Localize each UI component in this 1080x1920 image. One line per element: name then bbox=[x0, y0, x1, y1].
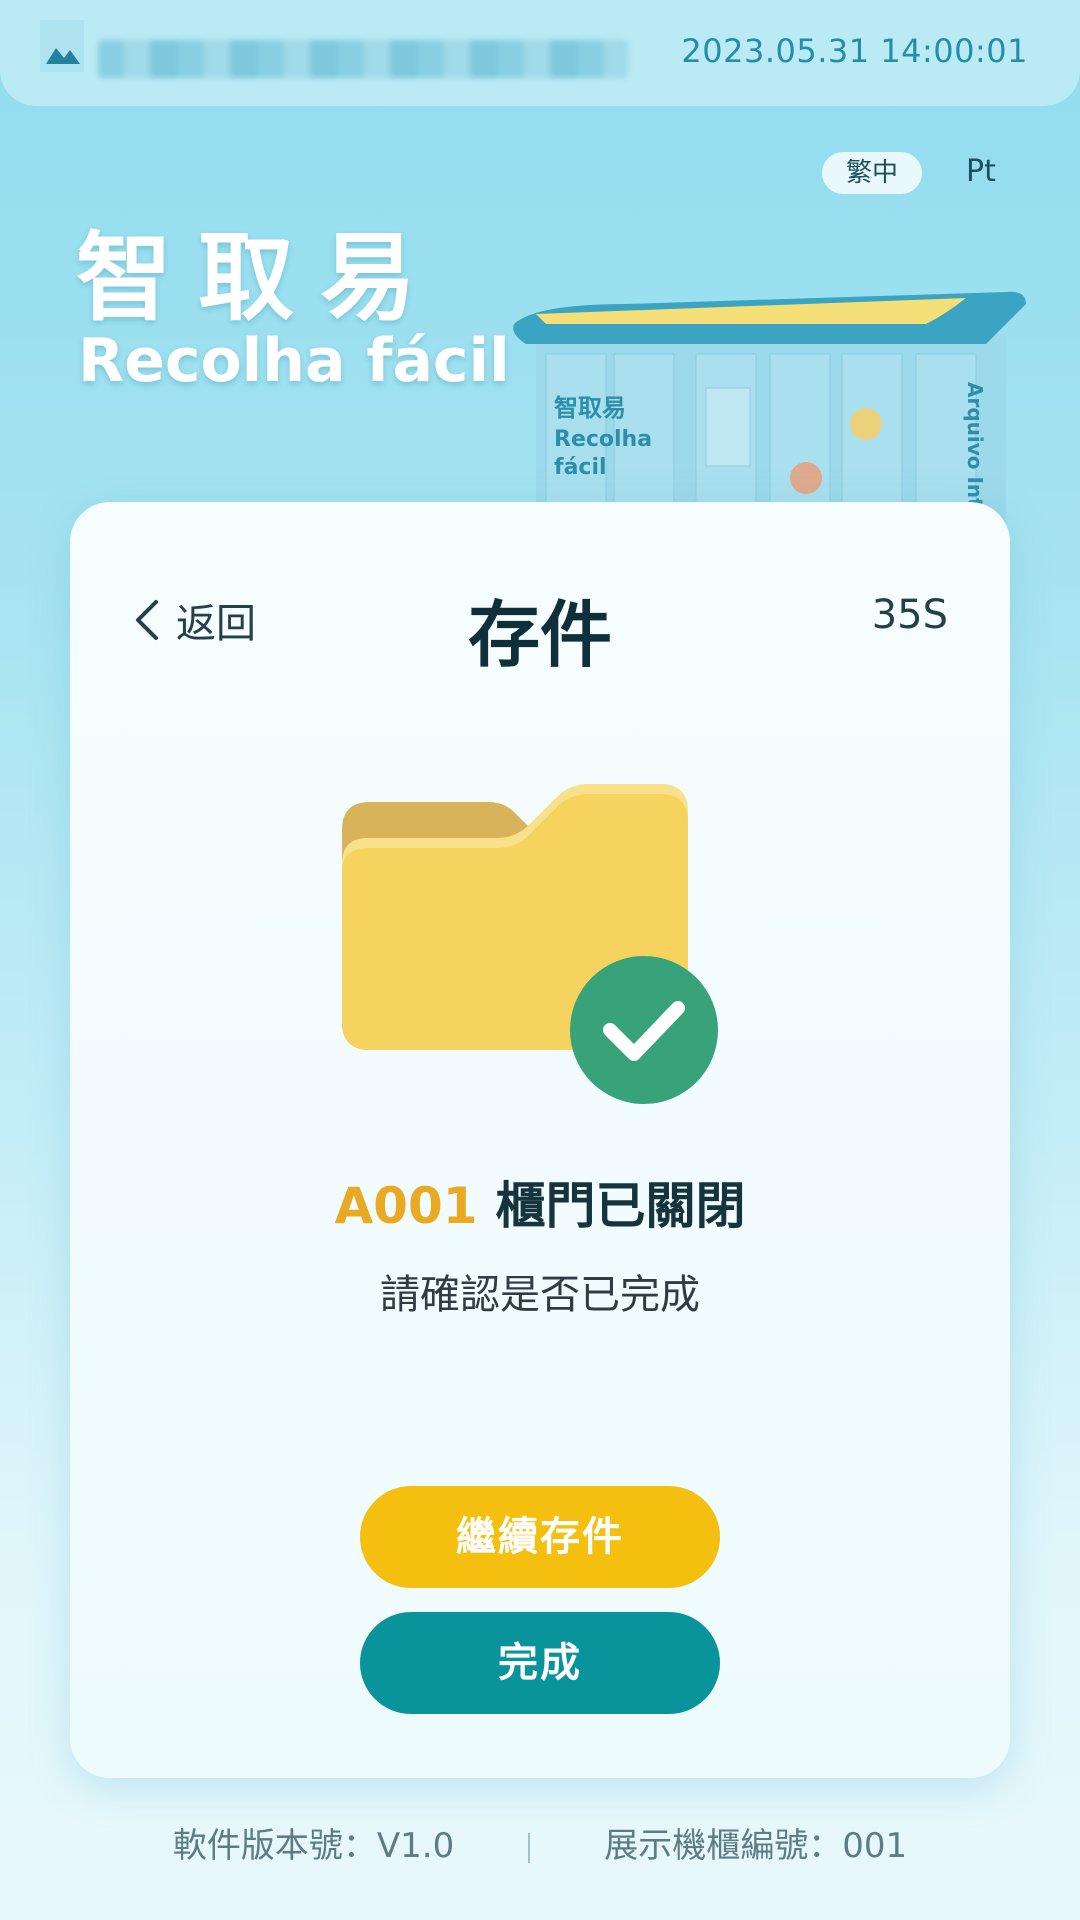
cabinet-number: 展示機櫃編號：001 bbox=[604, 1826, 908, 1866]
brand-title-pt: Recolha fácil bbox=[78, 326, 510, 396]
door-status-text: 櫃門已關閉 bbox=[495, 1177, 746, 1235]
language-toggle-current[interactable]: 繁中 bbox=[822, 152, 922, 194]
footer: 軟件版本號：V1.0 展示機櫃編號：001 bbox=[0, 1818, 1080, 1867]
top-bar: 2023.05.31 14:00:01 bbox=[0, 0, 1080, 106]
logo-icon bbox=[40, 20, 84, 72]
cabinet-brand-pt-2: fácil bbox=[554, 455, 607, 480]
continue-deposit-button[interactable]: 繼續存件 bbox=[360, 1486, 720, 1588]
locker-code: A001 bbox=[334, 1177, 478, 1235]
door-status: A001 櫃門已關閉 bbox=[70, 1166, 1010, 1238]
footer-divider bbox=[528, 1832, 531, 1863]
cabinet-side-text: Arquivo Inte bbox=[963, 382, 987, 521]
cabinet-brand-pt-1: Recolha bbox=[554, 427, 652, 452]
check-circle-icon bbox=[570, 956, 718, 1104]
confirm-prompt: 請確認是否已完成 bbox=[380, 1272, 700, 1318]
countdown-timer: 35S bbox=[871, 592, 948, 638]
locker-cabinet-illustration: 智取易 Recolha fácil Arquivo Inte bbox=[513, 291, 1026, 524]
cabinet-brand-cn: 智取易 bbox=[554, 394, 626, 422]
main-card: 返回 存件 35S A001 櫃門已關閉 請確認是否已完成 繼續存件 完成 bbox=[70, 502, 1010, 1778]
done-button[interactable]: 完成 bbox=[360, 1612, 720, 1714]
brand-title-cn: 智取易 bbox=[76, 222, 442, 334]
datetime: 2023.05.31 14:00:01 bbox=[681, 32, 1028, 70]
organization-name-blurred bbox=[98, 40, 628, 78]
page-title: 存件 bbox=[467, 593, 612, 677]
software-version: 軟件版本號：V1.0 bbox=[172, 1826, 455, 1866]
folder-icon bbox=[342, 784, 718, 1104]
language-toggle-pt[interactable]: Pt bbox=[966, 154, 996, 189]
